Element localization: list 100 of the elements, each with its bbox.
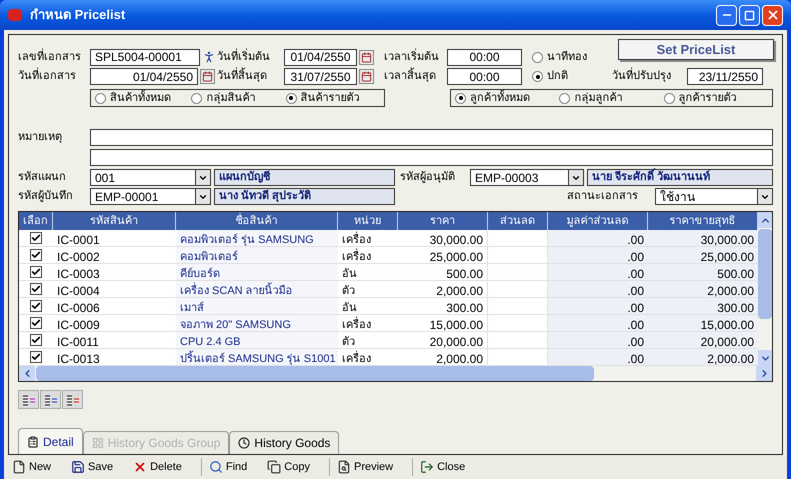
checkbox[interactable]	[30, 249, 42, 261]
radio-button[interactable]	[455, 92, 466, 104]
scroll-thumb[interactable]	[758, 229, 772, 319]
toolbar-button[interactable]: Close	[416, 457, 470, 477]
table-cell: 20,000.00	[648, 332, 758, 348]
scroll-left-icon[interactable]	[19, 366, 35, 381]
radio-button[interactable]	[191, 92, 202, 104]
table-cell: 20,000.00	[398, 332, 488, 348]
toolbar-button[interactable]: New	[8, 457, 56, 477]
radio-option[interactable]: ลูกค้าทั้งหมด	[455, 90, 560, 106]
toolbar-button[interactable]: Delete	[129, 457, 186, 477]
text-field[interactable]: 00:00	[447, 48, 522, 66]
calendar-button[interactable]	[359, 50, 374, 64]
text-field[interactable]: 31/07/2550	[284, 68, 357, 85]
combo-field[interactable]: EMP-00003	[470, 169, 568, 186]
find-icon	[208, 460, 223, 474]
combo-field[interactable]: ใช้งาน	[655, 188, 757, 205]
table-cell-text: IC-0001	[56, 232, 101, 246]
text-field[interactable]: SPL5004-00001	[90, 48, 200, 66]
table-cell: เมาส์	[176, 298, 338, 314]
checkbox[interactable]	[30, 232, 42, 244]
table-cell: 15,000.00	[398, 315, 488, 331]
radio-option[interactable]: กลุ่มสินค้า	[191, 90, 286, 106]
column-header: ส่วนลด	[488, 212, 548, 230]
vertical-scrollbar[interactable]	[758, 212, 772, 366]
toolbar-button[interactable]: Save	[67, 457, 118, 477]
radio-button[interactable]	[559, 92, 570, 104]
table-cell: เครื่อง	[338, 315, 398, 331]
note-field[interactable]	[90, 129, 773, 146]
table-cell: .00	[548, 264, 648, 280]
radio-option[interactable]: ปกติ	[532, 68, 612, 85]
column-header: ราคา	[398, 212, 488, 230]
checkbox[interactable]	[30, 317, 42, 329]
table-cell: 500.00	[398, 264, 488, 280]
table-cell: .00	[548, 230, 648, 246]
row-tool-button[interactable]	[62, 390, 83, 409]
tab-icon	[238, 437, 250, 449]
table-cell: 2,000.00	[398, 349, 488, 365]
set-pricelist-button[interactable]: Set PriceList	[618, 39, 774, 60]
close-icon	[420, 460, 434, 474]
radio-button[interactable]	[532, 71, 543, 82]
radio-option[interactable]: นาทีทอง	[532, 48, 587, 66]
scroll-thumb[interactable]	[36, 366, 594, 381]
row-tool-button[interactable]	[18, 390, 39, 409]
horizontal-scrollbar[interactable]	[19, 366, 772, 381]
table-cell: 2,000.00	[648, 349, 758, 365]
checkbox[interactable]	[30, 351, 42, 363]
tab[interactable]: Detail	[18, 428, 83, 454]
radio-button[interactable]	[286, 92, 297, 104]
dropdown-button[interactable]	[757, 188, 773, 205]
field-label: รหัสผู้บันทึก	[18, 189, 74, 204]
preview-icon	[336, 460, 351, 474]
text-field[interactable]: 23/11/2550	[687, 68, 763, 85]
scroll-up-icon[interactable]	[758, 212, 772, 228]
column-header: รหัสสินค้า	[53, 212, 176, 230]
radio-option[interactable]: สินค้าทั้งหมด	[95, 90, 192, 106]
radio-option[interactable]: ลูกค้ารายตัว	[664, 90, 768, 106]
table-cell: เครื่อง	[338, 230, 398, 246]
radio-button[interactable]	[664, 92, 675, 104]
combo-field[interactable]: EMP-00001	[90, 188, 195, 205]
column-header: ชื่อสินค้า	[176, 212, 338, 230]
table-cell-text: IC-0009	[56, 317, 101, 331]
dropdown-button[interactable]	[195, 188, 211, 205]
name-display: นาย จีระศักดิ์ วัฒนานนท์	[587, 169, 773, 186]
text-field[interactable]: 01/04/2550	[284, 48, 357, 66]
minimize-button[interactable]	[716, 4, 737, 26]
close-button[interactable]	[762, 4, 783, 26]
radio-option[interactable]: กลุ่มลูกค้า	[559, 90, 664, 106]
table-cell: 25,000.00	[398, 247, 488, 263]
scroll-down-icon[interactable]	[758, 350, 772, 366]
radio-button[interactable]	[532, 52, 543, 62]
toolbar-button[interactable]: Copy	[263, 457, 314, 477]
table-cell: ปริ้นเตอร์ SAMSUNG รุ่น S1001	[176, 349, 338, 365]
calendar-button[interactable]	[359, 69, 374, 84]
scroll-right-icon[interactable]	[756, 366, 772, 381]
radio-option[interactable]: สินค้ารายตัว	[286, 90, 380, 106]
dropdown-button[interactable]	[568, 169, 584, 186]
table-cell-text: อัน	[341, 267, 358, 280]
toolbar-button[interactable]: Preview	[332, 457, 398, 477]
checkbox[interactable]	[30, 334, 42, 346]
text-field[interactable]: 00:00	[447, 68, 522, 85]
table-cell: .00	[548, 315, 648, 331]
dropdown-button[interactable]	[195, 169, 211, 186]
checkbox[interactable]	[30, 283, 42, 295]
radio-button[interactable]	[95, 92, 106, 104]
field-label: วันที่สิ้นสุด	[217, 68, 284, 85]
combo-field[interactable]: 001	[90, 169, 195, 186]
table-cell: 500.00	[648, 264, 758, 280]
checkbox[interactable]	[30, 266, 42, 278]
table-cell: 300.00	[648, 298, 758, 314]
tab[interactable]: History Goods	[229, 431, 340, 454]
table-cell: 2,000.00	[648, 281, 758, 297]
table-cell: .00	[548, 247, 648, 263]
calendar-button[interactable]	[200, 69, 215, 84]
checkbox[interactable]	[30, 300, 42, 312]
toolbar-button[interactable]: Find	[204, 457, 252, 477]
text-field[interactable]: 01/04/2550	[90, 68, 198, 85]
maximize-button[interactable]	[739, 4, 760, 26]
note-field[interactable]	[90, 149, 773, 166]
row-tool-button[interactable]	[40, 390, 61, 409]
